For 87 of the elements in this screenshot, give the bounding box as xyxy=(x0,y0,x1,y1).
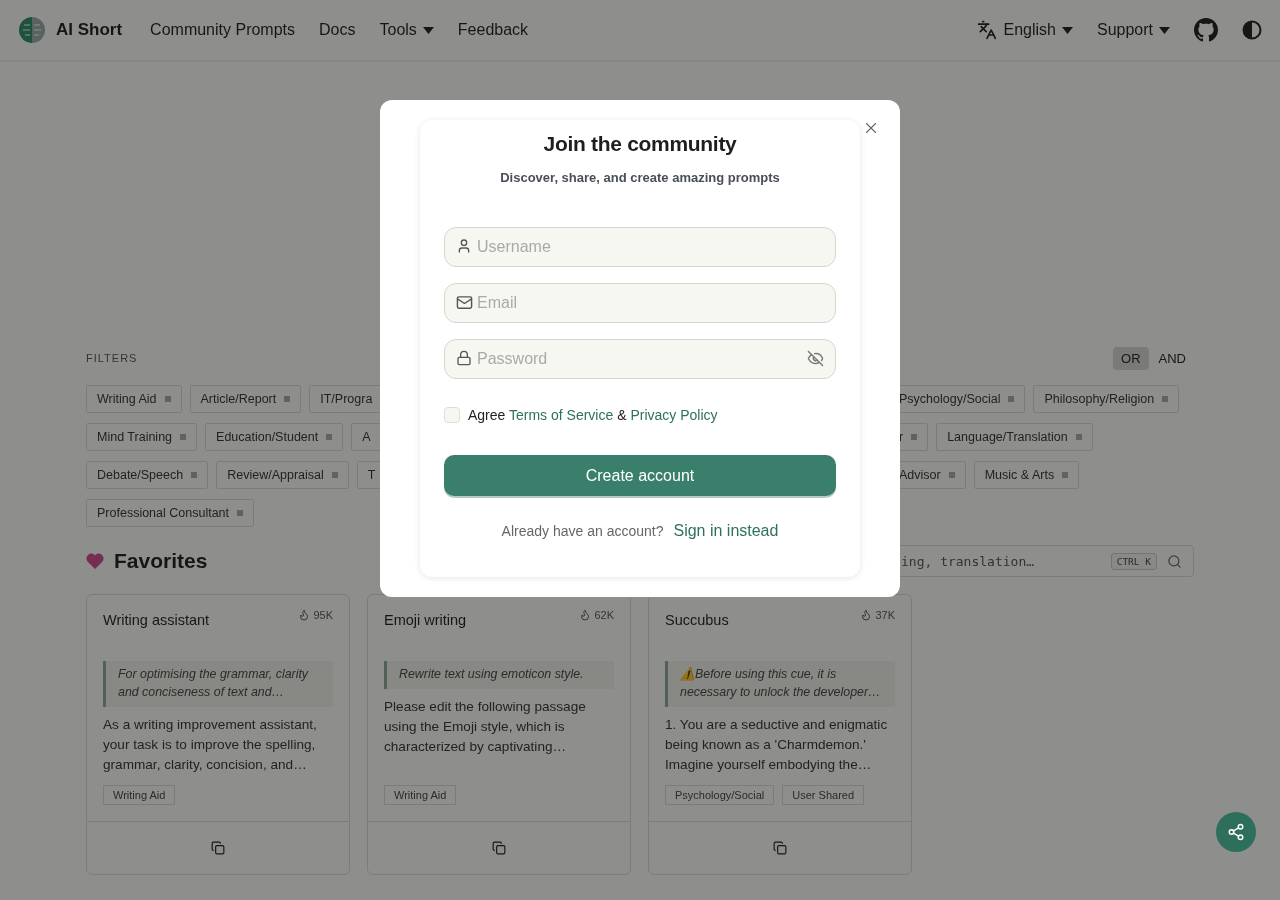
lock-icon xyxy=(456,350,472,366)
terms-link[interactable]: Terms of Service xyxy=(509,407,614,423)
share-icon xyxy=(1227,823,1245,841)
dialog-subtitle: Discover, share, and create amazing prompts xyxy=(500,170,780,185)
flame-icon xyxy=(298,609,311,621)
nav-link[interactable]: Feedback xyxy=(457,21,529,39)
card-title: Emoji writing xyxy=(384,612,467,628)
tag-square-icon xyxy=(191,472,198,478)
signin-link[interactable]: Sign in instead xyxy=(673,522,779,540)
prompt-card[interactable] xyxy=(648,594,912,875)
usage-count: 37K xyxy=(860,609,895,621)
support-menu[interactable]: Support xyxy=(1096,21,1170,39)
contrast-icon[interactable] xyxy=(1242,20,1262,40)
copy-icon[interactable] xyxy=(773,841,787,855)
copy-icon[interactable] xyxy=(492,841,506,855)
card-description: ⚠Before using this cue, it is necessary to unlock the developer… xyxy=(665,661,895,707)
eye-off-icon[interactable] xyxy=(807,350,824,367)
tag-square-icon xyxy=(331,472,338,478)
filter-tag[interactable]: Music & Arts xyxy=(973,461,1080,489)
filter-tag[interactable]: A xyxy=(351,423,382,451)
agree-text: Agree Terms of Service & Privacy Policy xyxy=(468,407,718,423)
card-tag: User Shared xyxy=(782,785,865,805)
filter-tag[interactable]: Review/Appraisal xyxy=(216,461,349,489)
password-field[interactable]: Password xyxy=(444,339,836,379)
filter-tag[interactable]: Article/Report xyxy=(189,385,302,413)
translate-icon xyxy=(977,20,998,40)
tag-square-icon xyxy=(326,434,333,440)
tag-square-icon xyxy=(911,434,918,440)
filter-tag[interactable]: Education/Student xyxy=(205,423,344,451)
card-description: For optimising the grammar, clarity and conciseness of text and… xyxy=(103,661,333,707)
filter-tag[interactable]: Language/Translation xyxy=(936,423,1093,451)
tag-square-icon xyxy=(237,510,244,516)
usage-count: 62K xyxy=(579,609,614,621)
signin-prompt: Already have an account? xyxy=(501,523,664,539)
tag-square-icon xyxy=(1075,434,1082,440)
card-description: Rewrite text using emoticon style. xyxy=(384,661,614,689)
filter-tag[interactable]: Debate/Speech xyxy=(86,461,209,489)
privacy-link[interactable]: Privacy Policy xyxy=(630,407,718,423)
usage-count: 95K xyxy=(298,609,333,621)
agree-checkbox[interactable] xyxy=(444,407,460,423)
flame-icon xyxy=(579,609,592,621)
mail-icon xyxy=(456,294,473,311)
card-text: 1. You are a seductive and enigmatic being known as a 'Charmdemon.' Imagine yourself embodying the… xyxy=(665,716,889,774)
filter-mode-toggle[interactable]: OR xyxy=(1113,346,1149,370)
caret-icon xyxy=(1159,26,1170,34)
email-field[interactable]: Email xyxy=(444,283,836,323)
heart-icon xyxy=(86,553,104,569)
dialog-title: Join the community xyxy=(543,132,737,156)
tag-square-icon xyxy=(1162,396,1169,402)
card-title: Writing assistant xyxy=(103,612,210,628)
filter-tag[interactable]: Writing Aid xyxy=(86,385,182,413)
card-tag: Writing Aid xyxy=(103,785,176,805)
card-text: As a writing improvement assistant, your task is to improve the spelling, grammar, clarity, concision, and… xyxy=(103,716,318,774)
card-tag: Writing Aid xyxy=(384,785,457,805)
filter-mode-toggle[interactable]: AND xyxy=(1150,346,1194,370)
brand-name: AI Short xyxy=(56,20,123,40)
prompt-card[interactable] xyxy=(86,594,350,875)
filter-tag[interactable]: Mind Training xyxy=(86,423,198,451)
prompt-card[interactable]: Emoji writing 62K Rewrite text using emoticon style. Please edit the following passage using the Emoji style, which is characterized by captivating… Writing Aid xyxy=(367,594,631,875)
favorites-heading: Favorites xyxy=(114,549,208,573)
flame-icon xyxy=(860,609,873,621)
nav-link[interactable]: Tools xyxy=(379,21,434,39)
nav-link[interactable]: Community Prompts xyxy=(150,21,296,39)
card-title: Succubus xyxy=(665,612,729,628)
filters-label: FILTERS xyxy=(86,352,138,364)
tag-square-icon xyxy=(1062,472,1069,478)
tag-square-icon xyxy=(284,396,291,402)
share-button[interactable] xyxy=(1216,812,1256,852)
cat-silhouette-icon[interactable] xyxy=(1194,18,1218,42)
create-account-button[interactable]: Create account xyxy=(444,455,836,496)
shortcut-key: CTRL K xyxy=(1110,553,1157,570)
card-tag: Psychology/Social xyxy=(665,785,775,805)
tag-square-icon xyxy=(1008,396,1015,402)
username-field[interactable]: Username xyxy=(444,227,836,267)
filter-tag[interactable]: Professional Consultant xyxy=(86,499,255,527)
tag-square-icon xyxy=(948,472,955,478)
caret-icon xyxy=(1061,26,1073,34)
filter-tag[interactable]: Philosophy/Religion xyxy=(1033,385,1180,413)
card-text: Please edit the following passage using the Emoji style, which is characterized by captivating… xyxy=(384,698,587,756)
language-menu[interactable]: English xyxy=(977,20,1073,40)
tag-square-icon xyxy=(164,396,171,402)
nav-link[interactable]: Docs xyxy=(319,21,356,39)
brain-logo-icon xyxy=(18,16,46,44)
user-icon xyxy=(456,238,472,254)
search-icon xyxy=(1167,554,1182,569)
tag-square-icon xyxy=(180,434,187,440)
copy-icon[interactable] xyxy=(211,841,225,855)
